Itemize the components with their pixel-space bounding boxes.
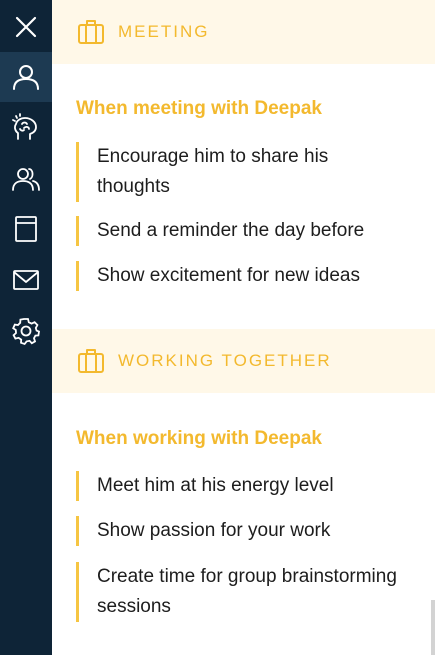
close-icon [15, 16, 37, 38]
mail-icon [13, 270, 39, 290]
brain-icon [12, 113, 37, 140]
sidebar-item-team[interactable] [0, 154, 52, 204]
tip-item: Create time for group brainstorming sess… [76, 562, 406, 622]
section-header-working-together: WORKING TOGETHER [52, 329, 435, 393]
close-button[interactable] [0, 2, 52, 52]
section-subheading: When meeting with Deepak [76, 98, 322, 119]
scrollbar[interactable] [431, 600, 435, 655]
sidebar-item-settings[interactable] [0, 306, 52, 356]
tip-item: Meet him at his energy level [76, 471, 406, 501]
section-header-meeting: MEETING [52, 0, 435, 64]
book-icon [15, 216, 37, 242]
tip-item: Show excitement for new ideas [76, 261, 406, 291]
gear-icon [12, 318, 40, 346]
briefcase-icon [78, 20, 104, 44]
section-title: MEETING [118, 22, 210, 41]
section-subheading: When working with Deepak [76, 428, 322, 449]
sidebar-item-profile[interactable] [0, 52, 52, 102]
sidebar-item-library[interactable] [0, 204, 52, 254]
people-icon [12, 168, 40, 191]
section-title: WORKING TOGETHER [118, 351, 332, 370]
sidebar-item-mind[interactable] [0, 103, 52, 153]
main-panel: MEETING When meeting with Deepak Encoura… [52, 0, 435, 655]
sidebar-item-messages[interactable] [0, 255, 52, 305]
tip-item: Show passion for your work [76, 516, 406, 546]
briefcase-icon [78, 349, 104, 373]
sidebar [0, 0, 52, 655]
person-icon [13, 65, 39, 90]
tip-item: Send a reminder the day before [76, 216, 406, 246]
tip-item: Encourage him to share his thoughts [76, 142, 406, 202]
